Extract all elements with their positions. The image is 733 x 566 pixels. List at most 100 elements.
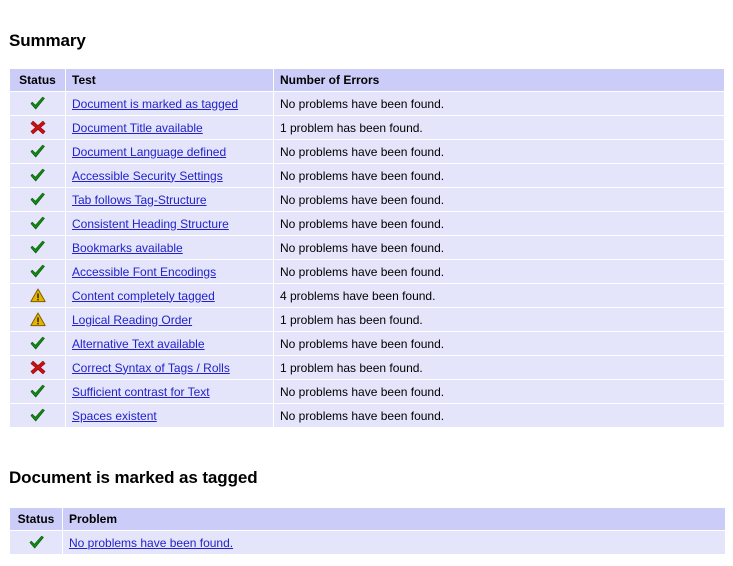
- status-badge: [10, 332, 65, 355]
- status-badge: [10, 140, 65, 163]
- check-icon: [29, 168, 46, 183]
- test-link[interactable]: Spaces existent: [72, 409, 157, 423]
- summary-page-title: Summary: [9, 31, 86, 50]
- status-badge: [10, 380, 65, 403]
- error-count-cell: 1 problem has been found.: [274, 356, 724, 379]
- test-link[interactable]: Alternative Text available: [72, 337, 205, 351]
- check-icon: [29, 216, 46, 231]
- test-link[interactable]: Correct Syntax of Tags / Rolls: [72, 361, 230, 375]
- test-link[interactable]: Document is marked as tagged: [72, 97, 238, 111]
- table-row: Alternative Text available No problems ha…: [10, 332, 724, 355]
- test-name-cell: Content completely tagged: [66, 284, 273, 307]
- test-name-cell: Document Language defined: [66, 140, 273, 163]
- check-icon: [29, 240, 46, 255]
- test-name-cell: Alternative Text available: [66, 332, 273, 355]
- table-row: Content completely tagged 4 problems have…: [10, 284, 724, 307]
- table-row: Document Language defined No problems hav…: [10, 140, 724, 163]
- problem-link[interactable]: No problems have been found.: [69, 536, 233, 550]
- check-icon: [29, 192, 46, 207]
- table-row: No problems have been found.: [10, 531, 725, 554]
- error-count-cell: No problems have been found.: [274, 92, 724, 115]
- error-count-cell: No problems have been found.: [274, 188, 724, 211]
- table-header-row: Status Test Number of Errors: [10, 69, 724, 91]
- detail-table: Status Problem No problems have been fou…: [9, 507, 726, 555]
- column-header-errors: Number of Errors: [274, 69, 724, 91]
- test-name-cell: Correct Syntax of Tags / Rolls: [66, 356, 273, 379]
- detail-table-header: Status Problem: [10, 508, 725, 530]
- test-name-cell: Sufficient contrast for Text: [66, 380, 273, 403]
- column-header-status: Status: [10, 69, 65, 91]
- test-link[interactable]: Logical Reading Order: [72, 313, 192, 327]
- column-header-status: Status: [10, 508, 62, 530]
- status-badge: [10, 236, 65, 259]
- column-header-test: Test: [66, 69, 273, 91]
- table-row: Tab follows Tag-Structure No problems hav…: [10, 188, 724, 211]
- detail-page-title: Document is marked as tagged: [9, 468, 258, 487]
- summary-table: Status Test Number of Errors Document is…: [9, 68, 725, 428]
- column-header-problem: Problem: [63, 508, 725, 530]
- test-name-cell: Spaces existent: [66, 404, 273, 427]
- error-count-cell: 1 problem has been found.: [274, 116, 724, 139]
- test-name-cell: Bookmarks available: [66, 236, 273, 259]
- test-name-cell: Tab follows Tag-Structure: [66, 188, 273, 211]
- error-count-cell: No problems have been found.: [274, 332, 724, 355]
- test-link[interactable]: Accessible Security Settings: [72, 169, 223, 183]
- status-badge: [10, 356, 65, 379]
- table-row: Accessible Security Settings No problems …: [10, 164, 724, 187]
- error-count-cell: 4 problems have been found.: [274, 284, 724, 307]
- test-link[interactable]: Document Title available: [72, 121, 203, 135]
- test-link[interactable]: Tab follows Tag-Structure: [72, 193, 207, 207]
- status-badge: [10, 260, 65, 283]
- error-count-cell: No problems have been found.: [274, 236, 724, 259]
- error-count-cell: No problems have been found.: [274, 260, 724, 283]
- table-row: Sufficient contrast for Text No problems …: [10, 380, 724, 403]
- test-link[interactable]: Content completely tagged: [72, 289, 215, 303]
- summary-table-body: Document is marked as tagged No problems …: [10, 92, 724, 427]
- check-icon: [29, 408, 46, 423]
- check-icon: [29, 384, 46, 399]
- status-badge: [10, 531, 62, 554]
- error-count-cell: No problems have been found.: [274, 380, 724, 403]
- check-icon: [29, 96, 46, 111]
- test-link[interactable]: Consistent Heading Structure: [72, 217, 229, 231]
- table-row: Spaces existent No problems have been fou…: [10, 404, 724, 427]
- error-count-cell: No problems have been found.: [274, 164, 724, 187]
- error-count-cell: 1 problem has been found.: [274, 308, 724, 331]
- table-row: Logical Reading Order 1 problem has been …: [10, 308, 724, 331]
- cross-icon: [30, 120, 46, 135]
- cross-icon: [30, 360, 46, 375]
- error-count-cell: No problems have been found.: [274, 404, 724, 427]
- summary-table-header: Status Test Number of Errors: [10, 69, 724, 91]
- test-link[interactable]: Document Language defined: [72, 145, 226, 159]
- table-row: Document is marked as tagged No problems …: [10, 92, 724, 115]
- warning-icon: [29, 288, 46, 303]
- check-icon: [29, 144, 46, 159]
- test-name-cell: Consistent Heading Structure: [66, 212, 273, 235]
- status-badge: [10, 284, 65, 307]
- table-row: Document Title available 1 problem has be…: [10, 116, 724, 139]
- status-badge: [10, 164, 65, 187]
- test-name-cell: Logical Reading Order: [66, 308, 273, 331]
- test-link[interactable]: Sufficient contrast for Text: [72, 385, 210, 399]
- test-link[interactable]: Bookmarks available: [72, 241, 183, 255]
- status-badge: [10, 212, 65, 235]
- status-badge: [10, 188, 65, 211]
- table-row: Consistent Heading Structure No problems …: [10, 212, 724, 235]
- test-name-cell: Accessible Security Settings: [66, 164, 273, 187]
- status-badge: [10, 308, 65, 331]
- status-badge: [10, 404, 65, 427]
- status-badge: [10, 92, 65, 115]
- check-icon: [29, 336, 46, 351]
- table-row: Bookmarks available No problems have been…: [10, 236, 724, 259]
- table-row: Correct Syntax of Tags / Rolls 1 problem …: [10, 356, 724, 379]
- test-link[interactable]: Accessible Font Encodings: [72, 265, 216, 279]
- warning-icon: [29, 312, 46, 327]
- table-header-row: Status Problem: [10, 508, 725, 530]
- error-count-cell: No problems have been found.: [274, 212, 724, 235]
- test-name-cell: Document Title available: [66, 116, 273, 139]
- test-name-cell: Document is marked as tagged: [66, 92, 273, 115]
- error-count-cell: No problems have been found.: [274, 140, 724, 163]
- detail-table-body: No problems have been found.: [10, 531, 725, 554]
- table-row: Accessible Font Encodings No problems hav…: [10, 260, 724, 283]
- status-badge: [10, 116, 65, 139]
